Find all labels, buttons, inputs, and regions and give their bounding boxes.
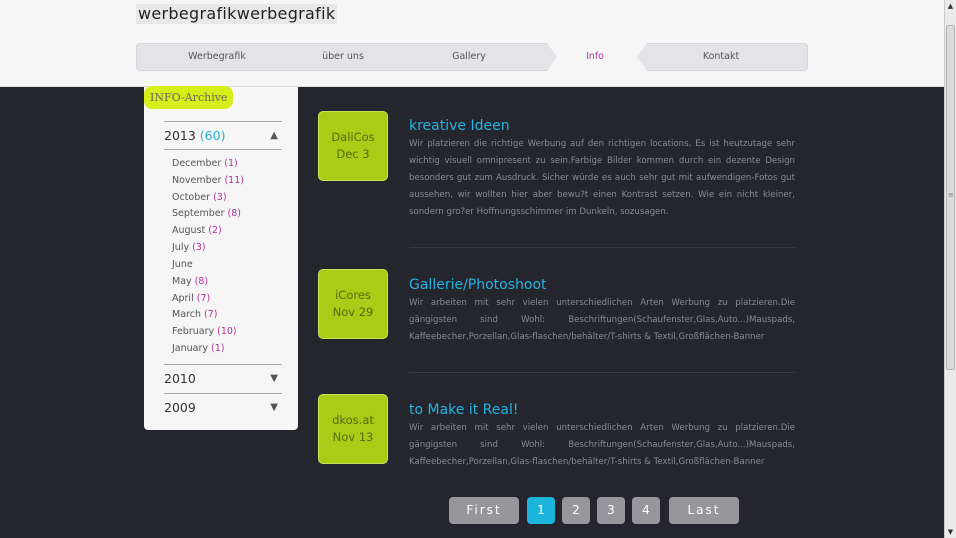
- pagination-page-2[interactable]: 2: [562, 497, 590, 524]
- entry-separator: [409, 372, 795, 373]
- entry-date-badge: DaliCos Dec 3: [318, 111, 388, 181]
- pagination-last-button[interactable]: Last: [669, 497, 739, 524]
- archive-month[interactable]: May (8): [172, 275, 208, 289]
- entry-title[interactable]: kreative Ideen: [409, 118, 510, 134]
- nav-item-werbegrafik[interactable]: Werbegrafik: [167, 44, 267, 70]
- entry-author: iCores: [335, 288, 371, 302]
- entry-text: Wir platzieren die richtige Werbung auf …: [409, 139, 795, 217]
- divider: [164, 149, 282, 150]
- main-nav: Werbegrafik über uns Gallery Info Kontak…: [136, 43, 808, 71]
- pagination-page-1[interactable]: 1: [527, 497, 555, 524]
- archive-month[interactable]: January (1): [172, 342, 225, 356]
- pagination-first-button[interactable]: First: [449, 497, 519, 524]
- archive-month[interactable]: September (8): [172, 207, 241, 221]
- year-label: 2013: [164, 128, 196, 143]
- vertical-scrollbar[interactable]: ▲ ≡ ▼: [944, 0, 956, 538]
- archive-month[interactable]: April (7): [172, 292, 210, 306]
- scroll-down-arrow-icon[interactable]: ▼: [945, 526, 956, 538]
- nav-item-ueber-uns[interactable]: über uns: [293, 44, 393, 70]
- archive-year-2010[interactable]: 2010 ▼: [164, 364, 282, 392]
- year-label: 2009: [164, 400, 196, 415]
- entry-date-badge: dkos.at Nov 13: [318, 394, 388, 464]
- entry-text: Wir arbeiten mit sehr vielen unterschied…: [409, 423, 795, 467]
- archive-month[interactable]: August (2): [172, 224, 222, 238]
- archive-month[interactable]: November (11): [172, 174, 244, 188]
- entry-date: Nov 13: [332, 430, 374, 444]
- nav-item-kontakt[interactable]: Kontakt: [671, 44, 771, 70]
- archive-month[interactable]: December (1): [172, 157, 238, 171]
- archive-sidebar: 2013 (60) ▲ December (1) November (11) O…: [144, 87, 298, 430]
- archive-month[interactable]: February (10): [172, 325, 237, 339]
- header: werbegrafikwerbegrafik Werbegrafik über …: [0, 0, 944, 87]
- entry-date: Nov 29: [332, 305, 374, 319]
- archive-year-2013[interactable]: 2013 (60) ▲: [164, 121, 282, 149]
- entry-date: Dec 3: [336, 147, 370, 161]
- pagination-page-4[interactable]: 4: [632, 497, 660, 524]
- entry-text: Wir arbeiten mit sehr vielen unterschied…: [409, 298, 795, 342]
- year-count: (60): [199, 128, 226, 143]
- entry-title[interactable]: Gallerie/Photoshoot: [409, 277, 547, 293]
- scroll-grip-icon: ≡: [948, 191, 954, 199]
- entry-separator: [409, 247, 795, 248]
- archive-year-2009[interactable]: 2009 ▼: [164, 393, 282, 421]
- site-logo[interactable]: werbegrafikwerbegrafik: [136, 4, 338, 24]
- archive-month[interactable]: March (7): [172, 308, 217, 322]
- archive-title: INFO-Archive: [144, 86, 234, 109]
- pagination-page-3[interactable]: 3: [597, 497, 625, 524]
- entry-date-badge: iCores Nov 29: [318, 269, 388, 339]
- scroll-thumb[interactable]: ≡: [946, 25, 955, 370]
- archive-month[interactable]: June: [172, 258, 193, 272]
- year-label: 2010: [164, 371, 196, 386]
- collapse-arrow-icon[interactable]: ▲: [270, 122, 278, 150]
- nav-item-info[interactable]: Info: [545, 44, 645, 70]
- archive-month[interactable]: October (3): [172, 191, 227, 205]
- entry-author: DaliCos: [331, 130, 375, 144]
- expand-arrow-icon[interactable]: ▼: [270, 394, 278, 422]
- archive-month[interactable]: July (3): [172, 241, 206, 255]
- nav-item-gallery[interactable]: Gallery: [419, 44, 519, 70]
- scroll-up-arrow-icon[interactable]: ▲: [945, 0, 956, 12]
- expand-arrow-icon[interactable]: ▼: [270, 365, 278, 393]
- entry-title[interactable]: to Make it Real!: [409, 402, 518, 418]
- entry-author: dkos.at: [332, 413, 374, 427]
